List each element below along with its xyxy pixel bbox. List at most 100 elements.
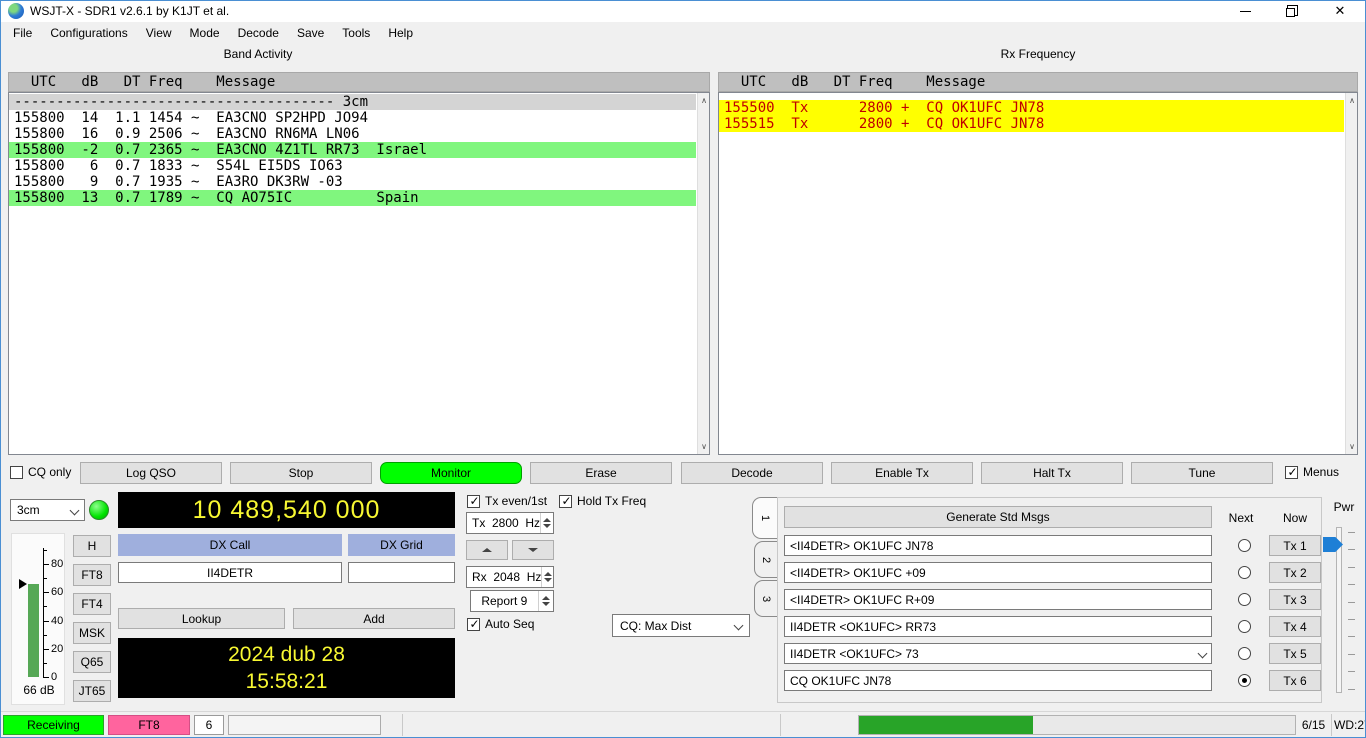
erase-button[interactable]: Erase (530, 462, 672, 484)
menu-tools[interactable]: Tools (333, 22, 379, 44)
spinner-arrows-icon[interactable] (538, 591, 553, 611)
menu-help[interactable]: Help (379, 22, 422, 44)
dx-call-field[interactable]: II4DETR (118, 562, 342, 583)
menu-configurations[interactable]: Configurations (41, 22, 136, 44)
menu-mode[interactable]: Mode (181, 22, 229, 44)
scroll-up-icon[interactable]: ∧ (698, 93, 710, 108)
tune-button[interactable]: Tune (1131, 462, 1273, 484)
meter-tick (43, 564, 49, 565)
menu-file[interactable]: File (4, 22, 41, 44)
rx-frequency-row[interactable]: 155515 Tx 2800 + CQ OK1UFC JN78 (719, 116, 1344, 132)
minimize-button[interactable] (1222, 0, 1268, 22)
next-radio-6[interactable] (1238, 674, 1251, 687)
tx-message-field-4[interactable]: II4DETR <OK1UFC> RR73 (784, 616, 1212, 637)
tx-message-field-6[interactable]: CQ OK1UFC JN78 (784, 670, 1212, 691)
now-button-tx3[interactable]: Tx 3 (1269, 589, 1321, 610)
band-activity-row[interactable]: 155800 6 0.7 1833 ~ S54L EI5DS IO63 (9, 158, 696, 174)
meter-tick (43, 677, 49, 678)
tx-message-field-5[interactable]: II4DETR <OK1UFC> 73 (784, 643, 1212, 664)
restore-button[interactable] (1269, 0, 1315, 22)
spinner-arrows-icon[interactable] (540, 513, 553, 533)
scroll-down-icon[interactable]: ∨ (698, 439, 710, 454)
spinner-arrows-icon[interactable] (541, 567, 553, 587)
auto-seq-checkbox[interactable]: Auto Seq (467, 617, 534, 631)
cq-only-label: CQ only (28, 465, 71, 479)
next-radio-5[interactable] (1238, 647, 1251, 660)
tx-tab-strip: 123 (752, 497, 778, 622)
scroll-down-icon[interactable]: ∨ (1346, 439, 1358, 454)
next-radio-2[interactable] (1238, 566, 1251, 579)
band-activity-scrollbar[interactable]: ∧ ∨ (697, 93, 709, 454)
mode-button-jt65[interactable]: JT65 (73, 680, 111, 702)
tx-tab-3[interactable]: 3 (754, 580, 778, 617)
now-button-tx2[interactable]: Tx 2 (1269, 562, 1321, 583)
rig-status-indicator[interactable] (89, 500, 109, 520)
rx-freq-spinner[interactable]: Rx 2048 Hz (466, 566, 554, 588)
next-radio-1[interactable] (1238, 539, 1251, 552)
mode-button-q65[interactable]: Q65 (73, 651, 111, 673)
dx-grid-field[interactable] (348, 562, 455, 583)
generate-std-msgs-button[interactable]: Generate Std Msgs (784, 506, 1212, 528)
band-activity-row[interactable]: 155800 -2 0.7 2365 ~ EA3CNO 4Z1TL RR73 I… (9, 142, 696, 158)
meter-tick (43, 592, 49, 593)
tx-freq-spinner[interactable]: Tx 2800 Hz (466, 512, 554, 534)
mode-button-msk[interactable]: MSK (73, 622, 111, 644)
pwr-slider-track[interactable] (1336, 527, 1342, 693)
datetime-display: 2024 dub 28 15:58:21 (118, 638, 455, 698)
band-activity-row[interactable]: 155800 13 0.7 1789 ~ CQ AO75IC Spain (9, 190, 696, 206)
mode-button-h[interactable]: H (73, 535, 111, 557)
halt-tx-button[interactable]: Halt Tx (981, 462, 1123, 484)
band-select-combo[interactable]: 3cm (10, 499, 85, 521)
status-message-box (228, 715, 381, 735)
close-button[interactable]: ✕ (1317, 0, 1363, 22)
band-activity-row[interactable]: 155800 9 0.7 1935 ~ EA3RO DK3RW -03 (9, 174, 696, 190)
report-spinner[interactable]: Report 9 (470, 590, 554, 612)
auto-seq-label: Auto Seq (485, 617, 534, 631)
checkbox-box[interactable] (10, 466, 23, 479)
band-activity-row[interactable]: 155800 16 0.9 2506 ~ EA3CNO RN6MA LN06 (9, 126, 696, 142)
tx-message-text: <II4DETR> OK1UFC +09 (790, 566, 926, 580)
checkbox-box[interactable] (467, 495, 480, 508)
menu-save[interactable]: Save (288, 22, 333, 44)
menu-view[interactable]: View (137, 22, 181, 44)
now-button-tx6[interactable]: Tx 6 (1269, 670, 1321, 691)
mode-button-ft8[interactable]: FT8 (73, 564, 111, 586)
now-button-tx4[interactable]: Tx 4 (1269, 616, 1321, 637)
tx-message-field-1[interactable]: <II4DETR> OK1UFC JN78 (784, 535, 1212, 556)
tx-tab-1[interactable]: 1 (752, 497, 778, 539)
now-button-tx5[interactable]: Tx 5 (1269, 643, 1321, 664)
decode-button[interactable]: Decode (681, 462, 823, 484)
lookup-button[interactable]: Lookup (118, 608, 285, 629)
mode-button-ft4[interactable]: FT4 (73, 593, 111, 615)
tx-tab-2[interactable]: 2 (754, 541, 778, 578)
menu-decode[interactable]: Decode (229, 22, 288, 44)
rx-frequency-row[interactable]: 155500 Tx 2800 + CQ OK1UFC JN78 (719, 100, 1344, 116)
freq-down-button[interactable] (512, 540, 554, 560)
cq-max-dist-combo[interactable]: CQ: Max Dist (612, 614, 750, 637)
checkbox-box[interactable] (1285, 466, 1298, 479)
hold-tx-freq-checkbox[interactable]: Hold Tx Freq (559, 494, 646, 508)
band-activity-row[interactable]: 155800 14 1.1 1454 ~ EA3CNO SP2HPD JO94 (9, 110, 696, 126)
tx-message-field-2[interactable]: <II4DETR> OK1UFC +09 (784, 562, 1212, 583)
scroll-up-icon[interactable]: ∧ (1346, 93, 1358, 108)
pwr-tick (1348, 532, 1355, 533)
tx-even-checkbox[interactable]: Tx even/1st (467, 494, 547, 508)
pwr-tick (1348, 636, 1355, 637)
monitor-button[interactable]: Monitor (380, 462, 522, 484)
next-radio-4[interactable] (1238, 620, 1251, 633)
freq-up-button[interactable] (466, 540, 508, 560)
checkbox-box[interactable] (467, 618, 480, 631)
band-activity-row[interactable]: -------------------------------------- 3… (9, 94, 696, 110)
rx-frequency-scrollbar[interactable]: ∧ ∨ (1345, 93, 1357, 454)
menus-checkbox[interactable]: Menus (1285, 465, 1339, 479)
cq-only-checkbox[interactable]: CQ only (10, 465, 71, 479)
add-button[interactable]: Add (293, 608, 455, 629)
log-qso-button[interactable]: Log QSO (80, 462, 222, 484)
now-button-tx1[interactable]: Tx 1 (1269, 535, 1321, 556)
enable-tx-button[interactable]: Enable Tx (831, 462, 973, 484)
next-radio-3[interactable] (1238, 593, 1251, 606)
tx-message-field-3[interactable]: <II4DETR> OK1UFC R+09 (784, 589, 1212, 610)
checkbox-box[interactable] (559, 495, 572, 508)
tx-message-text: II4DETR <OK1UFC> RR73 (790, 620, 936, 634)
stop-button[interactable]: Stop (230, 462, 372, 484)
